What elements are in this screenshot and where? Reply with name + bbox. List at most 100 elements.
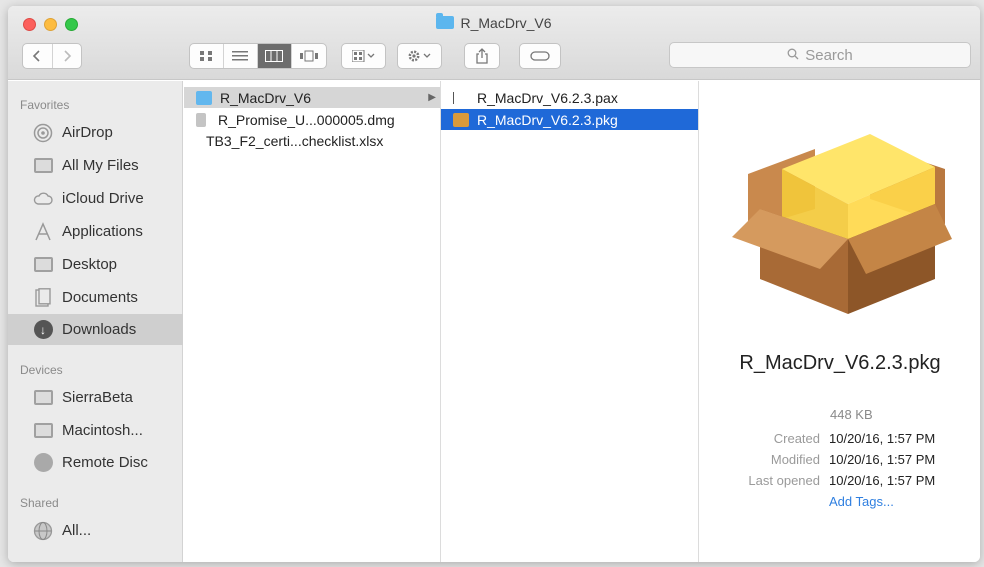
column-r-macdrv-v6: R_MacDrv_V6.2.3.pax R_MacDrv_V6.2.3.pkg [441,81,699,562]
share-button[interactable] [464,43,500,69]
arrange-button-face[interactable] [342,44,385,68]
disk-icon [33,388,53,408]
search-input[interactable]: Search [669,42,971,68]
tags-button-face[interactable] [520,44,560,68]
chevron-right-icon [64,50,71,62]
cover-flow-button[interactable] [292,44,326,68]
package-icon [732,134,952,314]
view-switcher [189,43,327,69]
sidebar-item-label: Macintosh... [62,422,143,439]
last-opened-value: 10/20/16, 1:57 PM [829,473,936,488]
window-title: R_MacDrv_V6 [8,13,980,31]
package-icon [453,112,469,127]
list-item-pkg-file[interactable]: R_MacDrv_V6.2.3.pkg [441,109,698,130]
preview-pane: R_MacDrv_V6.2.3.pkg 448 KB Created 10/20… [700,81,980,562]
arrange-button[interactable] [341,43,386,69]
sidebar-item-downloads[interactable]: ↓ Downloads [8,314,183,345]
nav-buttons [22,43,82,69]
favorites-header: Favorites [20,98,70,112]
add-tags-link[interactable]: Add Tags... [829,494,894,509]
arrange-grid-icon [351,50,374,62]
sidebar-item-documents[interactable]: Documents [8,282,183,313]
action-button-face[interactable] [398,44,441,68]
list-view-icon [232,51,249,61]
sidebar-item-shared-all[interactable]: All... [8,515,183,546]
list-item-label: R_MacDrv_V6.2.3.pkg [477,111,618,128]
desktop-icon [33,255,53,275]
search-icon [787,48,799,63]
modified-value: 10/20/16, 1:57 PM [829,452,936,467]
airdrop-icon [33,123,53,143]
preview-file-size: 448 KB [830,407,873,422]
sidebar-item-label: Applications [62,223,143,240]
created-row: Created 10/20/16, 1:57 PM [700,431,980,451]
modified-label: Modified [770,452,820,467]
column-view-icon [265,50,284,62]
sidebar-item-label: All My Files [62,157,139,174]
sidebar-item-label: Desktop [62,256,118,273]
sidebar-item-label: SierraBeta [62,389,133,406]
folder-icon [196,90,212,105]
sidebar-item-macintosh[interactable]: Macintosh... [8,415,183,446]
sidebar-item-all-my-files[interactable]: All My Files [8,150,183,181]
finder-window: R_MacDrv_V6 Search Favorites AirDrop All… [8,6,980,562]
sidebar-item-airdrop[interactable]: AirDrop [8,117,183,148]
list-item-r-macdrv-v6[interactable]: R_MacDrv_V6 ▶ [184,87,440,108]
all-files-icon [33,156,53,176]
last-opened-label: Last opened [748,473,820,488]
forward-button[interactable] [53,44,82,68]
icon-view-icon [200,51,213,61]
share-icon [476,48,488,64]
sidebar-item-icloud-drive[interactable]: iCloud Drive [8,183,183,214]
share-button-face[interactable] [465,44,499,68]
gear-icon [408,50,430,62]
sidebar: Favorites AirDrop All My Files iCloud Dr… [8,81,183,562]
action-button[interactable] [397,43,442,69]
chevron-left-icon [33,50,40,62]
disc-icon [33,453,53,473]
list-item-pax-file[interactable]: R_MacDrv_V6.2.3.pax [441,87,698,108]
applications-icon [33,221,53,242]
disk-icon [33,421,53,441]
list-item-label: R_MacDrv_V6.2.3.pax [477,89,618,106]
last-opened-row: Last opened 10/20/16, 1:57 PM [700,473,980,493]
documents-icon [33,287,53,308]
downloads-icon: ↓ [33,320,53,340]
created-label: Created [773,431,820,446]
list-item-tb3-checklist[interactable]: TB3_F2_certi...checklist.xlsx [184,130,440,151]
sidebar-item-label: Downloads [62,321,137,338]
column-downloads: R_MacDrv_V6 ▶ R_Promise_U...000005.dmg T… [184,81,441,562]
sidebar-item-sierrabeta[interactable]: SierraBeta [8,382,183,413]
list-view-button[interactable] [224,44,258,68]
disclosure-arrow-icon: ▶ [428,92,436,103]
sidebar-item-remote-disc[interactable]: Remote Disc [8,447,183,478]
cover-flow-icon [300,50,319,62]
list-item-label: R_Promise_U...000005.dmg [218,111,395,128]
sidebar-item-label: Documents [62,289,138,306]
disk-image-icon [196,112,206,127]
toolbar: R_MacDrv_V6 Search [8,6,980,80]
column-view-button[interactable] [257,44,293,68]
sidebar-item-desktop[interactable]: Desktop [8,249,183,280]
sidebar-item-label: All... [62,522,92,539]
search-placeholder: Search [805,46,853,64]
folder-icon [436,13,455,29]
tag-icon [530,51,550,61]
shared-header: Shared [20,496,59,510]
window-title-text: R_MacDrv_V6 [460,15,552,31]
sidebar-item-label: AirDrop [62,124,113,141]
cloud-icon [33,189,53,209]
tags-button[interactable] [519,43,561,69]
network-icon [33,521,53,541]
list-item-r-promise-dmg[interactable]: R_Promise_U...000005.dmg [184,109,440,130]
sidebar-item-applications[interactable]: Applications [8,216,183,247]
sidebar-item-label: iCloud Drive [62,190,144,207]
back-button[interactable] [23,44,53,68]
devices-header: Devices [20,363,63,377]
document-icon [453,91,463,104]
sidebar-item-label: Remote Disc [62,454,148,471]
icon-view-button[interactable] [190,44,224,68]
created-value: 10/20/16, 1:57 PM [829,431,936,446]
modified-row: Modified 10/20/16, 1:57 PM [700,452,980,472]
list-item-label: TB3_F2_certi...checklist.xlsx [206,132,384,149]
